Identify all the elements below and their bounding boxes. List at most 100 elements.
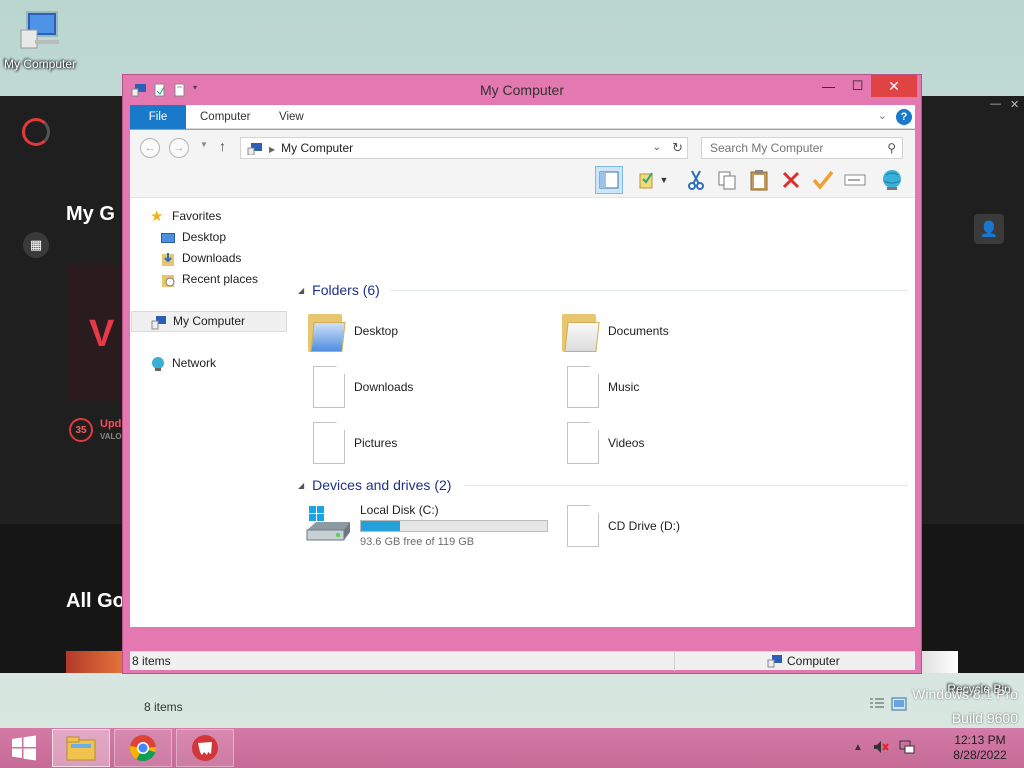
file-explorer-icon: [66, 736, 96, 761]
taskbar-chrome[interactable]: [114, 729, 172, 767]
breadcrumb-current[interactable]: My Computer: [281, 141, 353, 155]
file-icon: [558, 364, 602, 410]
properties-dropdown-icon[interactable]: ▼: [657, 166, 671, 194]
cut-button[interactable]: [682, 166, 710, 194]
taskbar-riot-client[interactable]: [176, 729, 234, 767]
details-view-icon[interactable]: [869, 697, 885, 711]
clock-date: 8/28/2022: [953, 748, 1007, 762]
nav-label: Desktop: [182, 230, 227, 244]
preview-pane-button[interactable]: [595, 166, 623, 194]
expand-ribbon-icon[interactable]: ⌄: [878, 109, 887, 122]
title-bar[interactable]: ▾ My Computer — ☐ ✕: [123, 75, 921, 105]
minimize-button[interactable]: —: [815, 75, 842, 97]
collapse-triangle-icon[interactable]: ◢: [298, 481, 304, 490]
nav-favorites[interactable]: ★ Favorites: [150, 206, 221, 227]
checkmark-icon: [812, 170, 834, 190]
nav-desktop[interactable]: Desktop: [160, 227, 226, 248]
drive-tile-local-disk-c[interactable]: Local Disk (C:) 93.6 GB free of 119 GB: [304, 500, 548, 550]
folders-group-header[interactable]: ◢ Folders (6): [298, 280, 380, 300]
show-hidden-icons-icon[interactable]: ▲: [853, 742, 863, 753]
group-divider: [465, 485, 908, 486]
launcher-logo-icon[interactable]: [22, 118, 50, 146]
folder-tile-music[interactable]: Music: [558, 363, 639, 411]
desktop-my-computer-shortcut[interactable]: My Computer: [0, 10, 80, 71]
taskbar-file-explorer[interactable]: [52, 729, 110, 767]
devices-group-header[interactable]: ◢ Devices and drives (2): [298, 475, 451, 495]
copy-button[interactable]: [713, 166, 741, 194]
drive-usage-bar: [360, 519, 548, 532]
explorer-window: ▾ My Computer — ☐ ✕ File Computer View ⌄…: [122, 74, 922, 714]
window-title: My Computer: [479, 82, 565, 98]
address-dropdown-icon[interactable]: ⌄: [653, 138, 661, 158]
file-icon: [558, 420, 602, 466]
desktop-icon: [161, 232, 175, 243]
status-item-count: 8 items: [132, 654, 171, 668]
riot-games-icon: [192, 735, 218, 761]
folder-name: Music: [608, 380, 640, 394]
launcher-heading-top: My G: [66, 203, 115, 225]
nav-my-computer[interactable]: My Computer: [131, 311, 287, 332]
nav-downloads[interactable]: Downloads: [160, 248, 241, 269]
folder-icon: [304, 308, 348, 354]
up-button[interactable]: ↑: [219, 138, 226, 154]
file-icon: [558, 503, 602, 549]
system-clock[interactable]: 12:13 PM 8/28/2022: [938, 733, 1022, 763]
tab-file[interactable]: File: [130, 105, 186, 129]
collapse-triangle-icon[interactable]: ◢: [298, 286, 304, 295]
refresh-icon[interactable]: ↻: [672, 138, 683, 158]
delete-button[interactable]: [777, 166, 805, 194]
layout-pane-icon: [599, 171, 619, 189]
breadcrumb-separator-icon[interactable]: ▶: [269, 145, 275, 154]
back-button[interactable]: ←: [140, 138, 160, 158]
select-button[interactable]: [809, 166, 837, 194]
rename-button[interactable]: [841, 166, 869, 194]
tab-view[interactable]: View: [265, 105, 318, 129]
computer-icon: [151, 315, 166, 329]
paste-button[interactable]: [745, 166, 773, 194]
maximize-button[interactable]: ☐: [844, 75, 871, 97]
volume-muted-icon[interactable]: [873, 740, 889, 754]
address-bar[interactable]: ▶ My Computer ⌄ ↻: [240, 137, 688, 159]
large-icons-view-icon[interactable]: [891, 697, 907, 711]
start-button[interactable]: [0, 728, 48, 768]
folder-tile-videos[interactable]: Videos: [558, 419, 644, 467]
search-input[interactable]: [710, 141, 870, 155]
nav-label: Downloads: [182, 251, 242, 265]
drive-free-space: 93.6 GB free of 119 GB: [360, 535, 475, 548]
close-button[interactable]: ✕: [871, 75, 917, 97]
user-profile-icon[interactable]: 👤: [974, 214, 1004, 244]
nav-label: Favorites: [172, 209, 222, 223]
drive-tile-cd-drive-d[interactable]: CD Drive (D:): [558, 502, 680, 550]
folder-tile-desktop[interactable]: Desktop: [304, 307, 398, 355]
network-icon: [152, 356, 164, 371]
apps-grid-icon[interactable]: ▦: [23, 232, 49, 258]
search-box[interactable]: ⚲: [701, 137, 903, 159]
nav-recent-places[interactable]: Recent places: [160, 269, 258, 290]
nav-label: My Computer: [173, 314, 246, 328]
launcher-minimize-icon[interactable]: —: [990, 98, 1001, 110]
tab-computer[interactable]: Computer: [186, 105, 265, 129]
folder-tile-documents[interactable]: Documents: [558, 307, 669, 355]
help-icon[interactable]: ?: [896, 109, 912, 125]
folder-tile-downloads[interactable]: Downloads: [304, 363, 413, 411]
launcher-close-icon[interactable]: ✕: [1010, 98, 1019, 111]
network-status-icon[interactable]: [899, 740, 915, 754]
network-button[interactable]: [878, 166, 906, 194]
folder-name: Downloads: [354, 380, 414, 394]
search-icon: ⚲: [887, 141, 896, 155]
clipboard-icon: [750, 170, 768, 191]
desktop-icon-label: My Computer: [3, 57, 77, 71]
folder-name: Desktop: [354, 324, 399, 338]
windows-logo-icon: [12, 735, 36, 761]
navigation-pane: ★ Favorites Desktop Downloads Recent pla…: [130, 198, 288, 627]
recent-locations-dropdown-icon[interactable]: ▼: [200, 140, 208, 149]
content-area: ★ Favorites Desktop Downloads Recent pla…: [130, 198, 915, 714]
forward-button[interactable]: →: [169, 138, 189, 158]
game-thumbnail[interactable]: [66, 651, 126, 673]
nav-network[interactable]: Network: [150, 353, 216, 374]
items-count: 8 items: [144, 700, 183, 714]
folder-tile-pictures[interactable]: Pictures: [304, 419, 397, 467]
recent-places-icon: [162, 274, 175, 287]
computer-icon: [767, 655, 782, 668]
drive-name: Local Disk (C:): [360, 502, 439, 517]
